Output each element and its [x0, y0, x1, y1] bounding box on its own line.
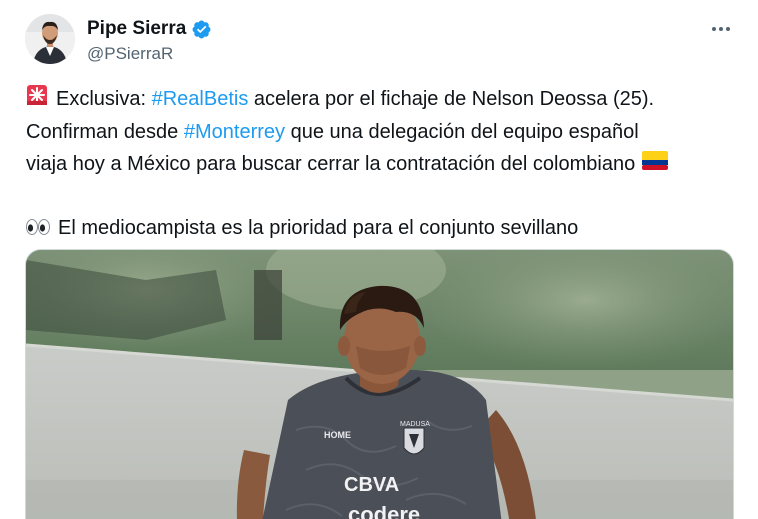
tweet-line-3: viaja hoy a México para buscar cerrar la…: [26, 148, 738, 181]
avatar[interactable]: [25, 14, 75, 64]
tweet-card: Pipe Sierra @PSierraR Exclusiva: #RealBe…: [0, 0, 758, 519]
jersey-sponsor-1: CBVA: [344, 474, 399, 496]
tweet-line-2: Confirman desde #Monterrey que una deleg…: [26, 116, 738, 148]
tweet-line-1-suffix: acelera por el fichaje de Nelson Deossa …: [248, 88, 655, 110]
jersey-tag-text: MADUSA: [400, 421, 430, 428]
verified-badge-icon[interactable]: [191, 19, 212, 40]
tweet-line-2-prefix: Confirman desde: [26, 120, 184, 143]
more-options-icon[interactable]: [706, 17, 736, 41]
tweet-line-1: Exclusiva: #RealBetis acelera por el fic…: [26, 83, 738, 116]
tweet-line-1-prefix: Exclusiva:: [56, 88, 152, 110]
author-handle[interactable]: @PSierraR: [87, 43, 173, 65]
tweet-line-3-text: viaja hoy a México para buscar cerrar la…: [26, 152, 636, 175]
hashtag-realbetis-link[interactable]: #RealBetis: [152, 88, 249, 110]
eyes-emoji: [26, 213, 50, 245]
tweet-text: Exclusiva: #RealBetis acelera por el fic…: [26, 83, 738, 245]
tweet-line-4: El mediocampista es la prioridad para el…: [26, 212, 738, 245]
author-name-row: Pipe Sierra: [87, 17, 212, 41]
author-display-name[interactable]: Pipe Sierra: [87, 17, 186, 41]
jersey-sleeve-text: HOME: [324, 430, 351, 440]
profile-photo: [25, 14, 75, 64]
tweet-line-2-suffix: que una delegación del equipo español: [285, 120, 639, 143]
hashtag-monterrey-link[interactable]: #Monterrey: [184, 121, 285, 143]
tweet-line-4-text: El mediocampista es la prioridad para el…: [58, 217, 579, 240]
rotating-light-emoji: [26, 84, 48, 116]
jersey-sponsor-2: codere: [348, 502, 420, 519]
tweet-media-photo[interactable]: HOME MADUSA CBVA codere: [25, 249, 734, 519]
player-photo: HOME MADUSA CBVA codere: [26, 250, 733, 519]
colombia-flag-emoji: [642, 148, 669, 180]
